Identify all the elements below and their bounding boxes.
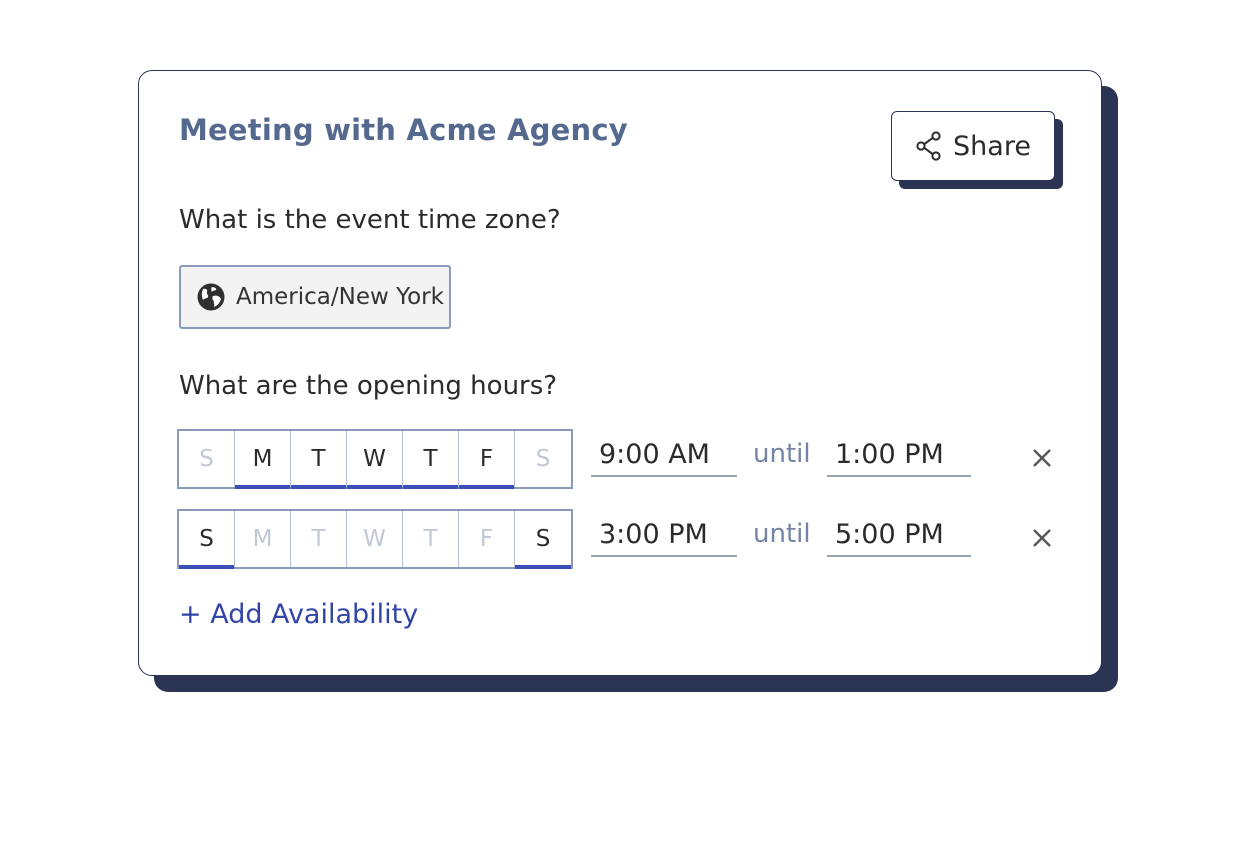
day-toggle[interactable]: T: [403, 431, 459, 489]
globe-icon: [197, 283, 225, 311]
day-toggle[interactable]: S: [515, 431, 571, 487]
day-toggle[interactable]: M: [235, 511, 291, 567]
day-toggle[interactable]: F: [459, 431, 515, 489]
add-availability-link[interactable]: + Add Availability: [179, 599, 418, 630]
availability-row: S M T W T F S until: [177, 429, 1061, 489]
end-time-input[interactable]: [827, 433, 971, 477]
event-card: Meeting with Acme Agency Share What is t…: [138, 70, 1118, 692]
share-icon: [916, 131, 941, 161]
until-label: until: [753, 439, 811, 469]
hours-question: What are the opening hours?: [179, 371, 558, 401]
day-toggle[interactable]: S: [179, 511, 235, 569]
end-time-input[interactable]: [827, 513, 971, 557]
share-button-wrap: Share: [891, 111, 1063, 189]
day-toggle[interactable]: S: [515, 511, 571, 569]
card-body: Meeting with Acme Agency Share What is t…: [138, 70, 1102, 676]
day-toggle[interactable]: F: [459, 511, 515, 567]
day-toggle[interactable]: T: [403, 511, 459, 567]
start-time-input[interactable]: [591, 433, 737, 477]
start-time-input[interactable]: [591, 513, 737, 557]
availability-row: S M T W T F S until: [177, 509, 1061, 569]
day-toggle[interactable]: W: [347, 431, 403, 489]
day-toggle[interactable]: T: [291, 431, 347, 489]
share-button-label: Share: [953, 130, 1031, 162]
until-label: until: [753, 519, 811, 549]
timezone-select[interactable]: America/New York: [179, 265, 451, 329]
day-picker: S M T W T F S: [177, 509, 573, 569]
day-toggle[interactable]: T: [291, 511, 347, 567]
day-picker: S M T W T F S: [177, 429, 573, 489]
day-toggle[interactable]: S: [179, 431, 235, 487]
timezone-value: America/New York: [236, 284, 444, 310]
day-toggle[interactable]: W: [347, 511, 403, 567]
close-icon[interactable]: [1027, 443, 1057, 473]
page-title: Meeting with Acme Agency: [179, 113, 628, 147]
timezone-question: What is the event time zone?: [179, 205, 561, 235]
share-button[interactable]: Share: [891, 111, 1055, 181]
day-toggle[interactable]: M: [235, 431, 291, 489]
close-icon[interactable]: [1027, 523, 1057, 553]
